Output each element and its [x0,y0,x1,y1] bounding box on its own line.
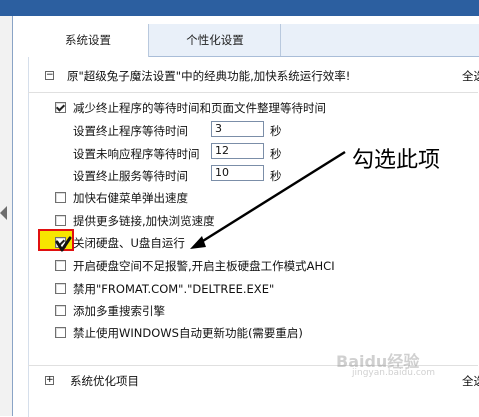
wait-input-unresponsive-program[interactable]: 12 [211,143,264,159]
section-description: 原"超级兔子魔法设置"中的经典功能,加快系统运行效率! [67,69,351,83]
option-checkbox-disk-alert[interactable] [55,260,66,271]
wait-input-terminate-program[interactable]: 3 [211,121,264,137]
section-label-system-optimize: 系统优化项目 [70,374,139,388]
option-checkbox-search-engines[interactable] [55,305,66,316]
tab-system-settings[interactable]: 系统设置 [28,24,149,57]
wait-input-terminate-service[interactable]: 10 [211,165,264,181]
option-label-disable-format: 禁用"FROMAT.COM"."DELTREE.EXE" [73,282,275,296]
wait-label-terminate-program: 设置终止程序等待时间 [73,124,188,138]
option-checkbox-context-menu[interactable] [55,192,66,203]
collapse-section-icon[interactable]: − [45,71,54,80]
collapse-arrow-icon[interactable] [0,206,7,220]
expand-section-icon[interactable]: + [45,376,54,385]
wait-unit-terminate-service: 秒 [270,169,282,183]
option-label-disable-update: 禁止使用WINDOWS自动更新功能(需要重启) [73,326,303,340]
option-label-reduce-wait: 减少终止程序的等待时间和页面文件整理等待时间 [73,101,326,115]
wait-unit-unresponsive-program: 秒 [270,147,282,161]
option-checkbox-disable-format[interactable] [55,283,66,294]
wait-label-terminate-service: 设置终止服务等待时间 [73,169,188,183]
option-checkbox-reduce-wait[interactable] [55,102,66,113]
option-label-more-links: 提供更多链接,加快浏览速度 [73,214,215,228]
tab-personalization[interactable]: 个性化设置 [150,24,281,56]
option-label-disable-autorun: 关闭硬盘、U盘自运行 [73,236,185,250]
option-label-search-engines: 添加多重搜索引擎 [73,304,165,318]
section-divider [28,92,478,93]
annotation-text: 勾选此项 [352,148,441,173]
select-all-link-bottom[interactable]: 全选 [462,373,479,389]
option-label-disk-alert: 开启硬盘空间不足报警,开启主板硬盘工作模式AHCI [73,259,335,273]
select-all-link-top[interactable]: 全选 [462,68,479,84]
wait-unit-terminate-program: 秒 [270,124,282,138]
tab-bar: 系统设置 个性化设置 [28,24,479,57]
option-checkbox-disable-autorun[interactable] [55,237,66,248]
wait-label-unresponsive-program: 设置未响应程序等待时间 [73,147,200,161]
watermark-url: jingyan.baidu.com [352,368,436,378]
option-checkbox-more-links[interactable] [55,215,66,226]
option-checkbox-disable-update[interactable] [55,327,66,338]
window-top-strip [0,0,479,16]
option-label-context-menu: 加快右健菜单弹出速度 [73,191,188,205]
